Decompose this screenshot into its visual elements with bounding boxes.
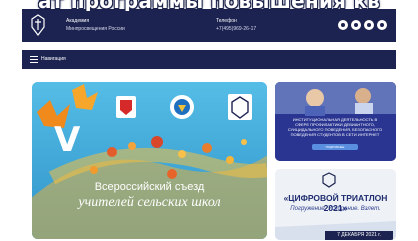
card2-subtitle: Погружение. Ускорение. Взлет. xyxy=(290,206,381,212)
moscow-region-emblem xyxy=(116,96,136,118)
event-title-line2: учителей сельских школ xyxy=(78,195,221,210)
org-info: Академия Минпросвещения России xyxy=(66,17,125,33)
ok-icon[interactable] xyxy=(364,20,374,30)
event-title-line1: Всероссийский съезд xyxy=(94,181,205,193)
edition-numeral: V xyxy=(54,120,81,160)
academy-logo[interactable] xyxy=(30,13,46,37)
phone-title: Телефон xyxy=(216,18,237,24)
site-header: Академия Минпросвещения России Телефон +… xyxy=(22,9,396,42)
banner-artwork xyxy=(32,82,267,239)
social-links xyxy=(338,20,387,31)
navigation-bar[interactable]: Навигация xyxy=(22,50,396,69)
navigation-label[interactable]: Навигация xyxy=(41,55,66,64)
card2-date: 7 ДЕКАБРЯ 2021 г. xyxy=(325,231,393,240)
org-subtitle: Минпросвещения России xyxy=(66,26,125,32)
vk-icon[interactable] xyxy=(338,20,348,30)
phone-number[interactable]: +7(495)969-26-17 xyxy=(216,25,256,33)
news-card-triathlon[interactable]: «ЦИФРОВОЙ ТРИАТЛОН 2021» Погружение. Уск… xyxy=(275,169,396,240)
academy-emblem xyxy=(228,94,252,120)
ministry-emblem xyxy=(170,95,194,119)
org-title: Академия xyxy=(66,18,90,24)
card1-more-button[interactable]: ПОДРОБНЕЕ xyxy=(312,144,358,150)
overlay-banner-text: ат программы повышения кв xyxy=(0,0,418,11)
phone-info: Телефон +7(495)969-26-17 xyxy=(216,17,256,33)
news-card-prevention[interactable]: ИНСТИТУЦИОНАЛЬНАЯ ДЕЯТЕЛЬНОСТЬ В СФЕРЕ П… xyxy=(275,82,396,161)
telegram-icon[interactable] xyxy=(351,20,361,30)
youtube-icon[interactable] xyxy=(377,20,387,30)
main-event-banner[interactable]: V Всероссийский съезд учителей сельских … xyxy=(32,82,267,239)
card1-text: ИНСТИТУЦИОНАЛЬНАЯ ДЕЯТЕЛЬНОСТЬ В СФЕРЕ П… xyxy=(287,117,383,137)
menu-icon[interactable] xyxy=(30,56,38,63)
